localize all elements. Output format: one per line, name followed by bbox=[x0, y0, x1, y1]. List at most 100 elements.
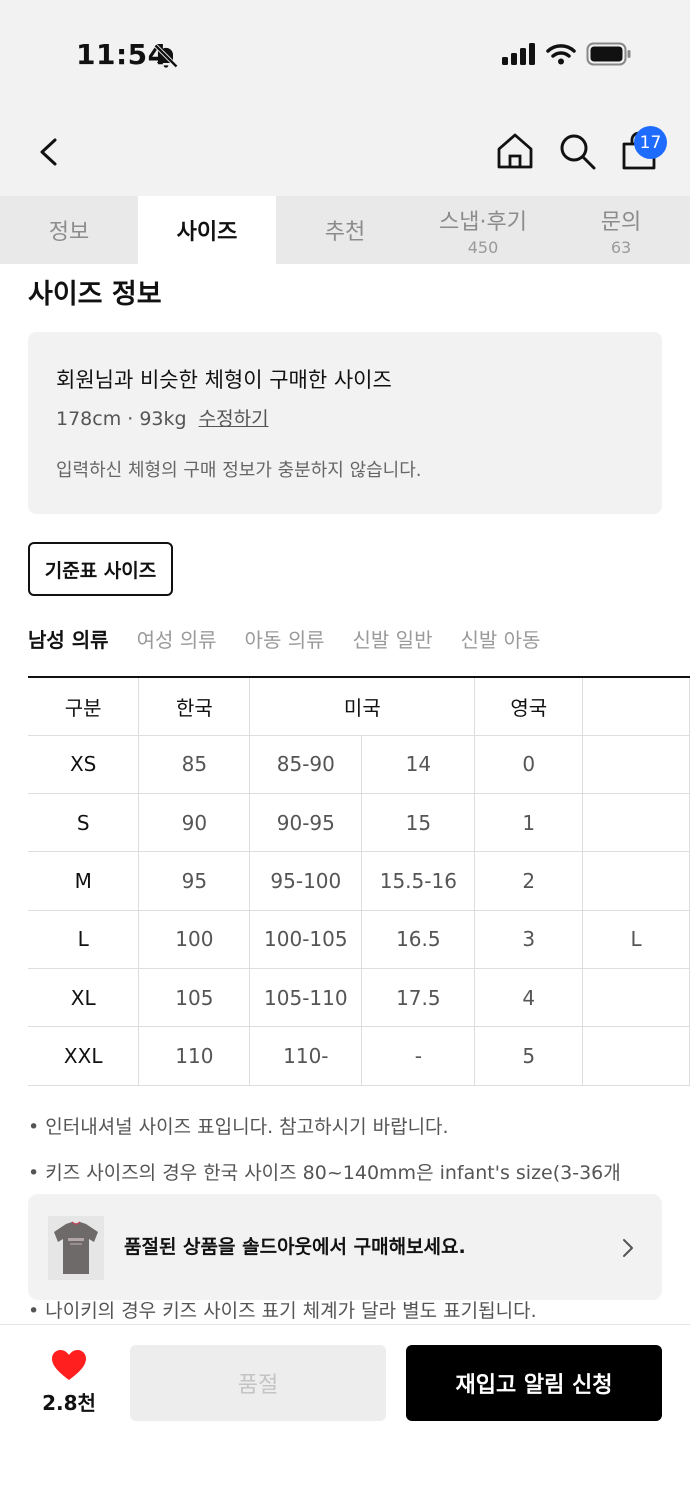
table-cell: 5 bbox=[474, 1026, 584, 1086]
table-row: M 95 95-100 15.5-16 2 bbox=[28, 851, 690, 911]
table-cell: 105 bbox=[138, 967, 251, 1028]
chevron-right-icon bbox=[623, 1239, 633, 1257]
size-label: S bbox=[28, 793, 140, 853]
similar-body-card: 회원님과 비슷한 체형이 구매한 사이즈 178cm · 93kg 수정하기 입… bbox=[28, 332, 662, 514]
soldout-button: 품절 bbox=[130, 1345, 386, 1421]
table-cell: 95 bbox=[138, 851, 251, 911]
cart-count-badge: 17 bbox=[634, 126, 667, 159]
tab-snap-review[interactable]: 스냅·후기 450 bbox=[414, 196, 552, 264]
status-indicators bbox=[502, 42, 632, 66]
table-row: XXL 110 110- - 5 bbox=[28, 1026, 690, 1086]
tab-label: 추천 bbox=[324, 220, 366, 245]
table-cell: 100-105 bbox=[249, 909, 363, 969]
size-label: L bbox=[28, 909, 140, 969]
note-line: • 인터내셔널 사이즈 표입니다. 참고하시기 바랍니다. bbox=[28, 1116, 449, 1138]
like-button[interactable]: 2.8천 bbox=[36, 1349, 102, 1416]
category-kids-apparel[interactable]: 아동 의류 bbox=[245, 624, 325, 653]
header-cell bbox=[582, 675, 690, 736]
table-cell: 3 bbox=[474, 909, 584, 969]
back-arrow-icon[interactable] bbox=[30, 132, 70, 172]
category-shoes-general[interactable]: 신발 일반 bbox=[353, 624, 433, 653]
product-tabs: 정보 사이즈 추천 스냅·후기 450 문의 63 bbox=[0, 196, 690, 264]
body-stats: 178cm · 93kg bbox=[56, 408, 187, 430]
table-cell: 110 bbox=[138, 1026, 251, 1086]
table-cell: 90-95 bbox=[249, 793, 363, 853]
tab-size[interactable]: 사이즈 bbox=[138, 196, 276, 264]
edit-link[interactable]: 수정하기 bbox=[199, 408, 269, 430]
table-cell: 14 bbox=[361, 734, 476, 795]
soldout-banner[interactable]: 품절된 상품을 솔드아웃에서 구매해보세요. bbox=[28, 1194, 662, 1300]
header-cell: 미국 bbox=[249, 675, 476, 736]
body-stats-row: 178cm · 93kg 수정하기 bbox=[56, 404, 269, 431]
size-table: 구분 한국 미국 영국 XS 85 85-90 14 0 S 90 90-95 … bbox=[28, 675, 690, 1086]
wifi-icon bbox=[546, 44, 576, 65]
tab-inquiry[interactable]: 문의 63 bbox=[552, 196, 690, 264]
table-cell: 15 bbox=[361, 793, 476, 853]
header-cell: 영국 bbox=[474, 675, 584, 736]
table-cell: 85 bbox=[138, 734, 251, 795]
table-header-row: 구분 한국 미국 영국 bbox=[28, 675, 690, 736]
table-cell bbox=[582, 967, 690, 1028]
bell-off-icon bbox=[154, 44, 178, 68]
table-cell: 100 bbox=[138, 909, 251, 969]
home-icon[interactable] bbox=[494, 130, 536, 172]
table-cell: L bbox=[582, 909, 690, 969]
like-count: 2.8천 bbox=[42, 1391, 96, 1415]
table-row: L 100 100-105 16.5 3 L bbox=[28, 909, 690, 969]
bottom-action-bar: 2.8천 품절 재입고 알림 신청 bbox=[0, 1324, 690, 1500]
category-men-apparel[interactable]: 남성 의류 bbox=[28, 624, 109, 653]
tab-count: 450 bbox=[467, 237, 499, 257]
size-label: M bbox=[28, 851, 140, 911]
standard-size-button[interactable]: 기준표 사이즈 bbox=[28, 542, 173, 596]
table-cell: 1 bbox=[474, 793, 584, 853]
jersey-thumbnail bbox=[48, 1216, 104, 1280]
table-row: S 90 90-95 15 1 bbox=[28, 793, 690, 853]
table-cell bbox=[582, 1026, 690, 1086]
tab-label: 스냅·후기 bbox=[439, 209, 527, 235]
tab-label: 문의 bbox=[600, 209, 642, 235]
table-cell bbox=[582, 851, 690, 911]
size-label: XL bbox=[28, 967, 140, 1028]
tab-label: 정보 bbox=[48, 220, 90, 245]
card-heading: 회원님과 비슷한 체형이 구매한 사이즈 bbox=[56, 368, 392, 392]
table-cell: 85-90 bbox=[249, 734, 363, 795]
table-cell: - bbox=[361, 1026, 476, 1086]
note-line: • 나이키의 경우 키즈 사이즈 표기 체계가 달라 별도 표기됩니다. bbox=[28, 1300, 537, 1322]
status-bar: 11:54 bbox=[0, 0, 690, 110]
tab-count: 63 bbox=[610, 237, 632, 257]
tab-recommend[interactable]: 추천 bbox=[276, 196, 414, 264]
table-cell bbox=[582, 734, 690, 795]
table-cell: 15.5-16 bbox=[361, 851, 476, 911]
section-title: 사이즈 정보 bbox=[28, 279, 162, 310]
battery-icon bbox=[586, 42, 631, 66]
table-cell: 105-110 bbox=[249, 967, 363, 1028]
table-cell: 17.5 bbox=[361, 967, 476, 1028]
table-cell: 110- bbox=[249, 1026, 363, 1086]
table-cell: 16.5 bbox=[361, 909, 476, 969]
size-label: XXL bbox=[28, 1026, 140, 1086]
heart-icon bbox=[52, 1350, 86, 1380]
table-row: XL 105 105-110 17.5 4 bbox=[28, 967, 690, 1028]
category-shoes-kids[interactable]: 신발 아동 bbox=[460, 624, 540, 653]
soldout-banner-text: 품절된 상품을 솔드아웃에서 구매해보세요. bbox=[124, 1236, 466, 1258]
note-line: • 키즈 사이즈의 경우 한국 사이즈 80~140mm은 infant's s… bbox=[28, 1162, 621, 1184]
tab-info[interactable]: 정보 bbox=[0, 196, 138, 264]
header-cell: 한국 bbox=[138, 675, 251, 736]
table-cell: 4 bbox=[474, 967, 584, 1028]
search-icon[interactable] bbox=[556, 130, 598, 172]
category-women-apparel[interactable]: 여성 의류 bbox=[137, 624, 217, 653]
nav-bar bbox=[0, 110, 690, 196]
size-label: XS bbox=[28, 734, 140, 795]
table-cell: 0 bbox=[474, 734, 584, 795]
table-cell: 95-100 bbox=[249, 851, 363, 911]
table-cell bbox=[582, 793, 690, 853]
table-cell: 90 bbox=[138, 793, 251, 853]
table-cell: 2 bbox=[474, 851, 584, 911]
header-cell: 구분 bbox=[28, 675, 140, 736]
signal-icon bbox=[502, 43, 535, 65]
category-tabs: 남성 의류 여성 의류 아동 의류 신발 일반 신발 아동 bbox=[28, 624, 540, 653]
tab-label: 사이즈 bbox=[176, 220, 238, 245]
table-row: XS 85 85-90 14 0 bbox=[28, 734, 690, 795]
card-note: 입력하신 체형의 구매 정보가 충분하지 않습니다. bbox=[56, 460, 422, 481]
restock-alert-button[interactable]: 재입고 알림 신청 bbox=[406, 1345, 662, 1421]
